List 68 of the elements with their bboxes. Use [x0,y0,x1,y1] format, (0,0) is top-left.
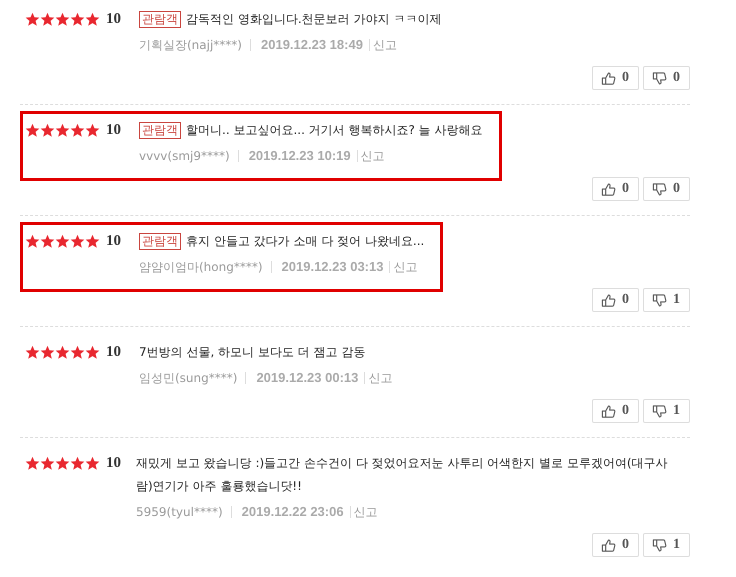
thumbs-down-icon [652,182,667,196]
thumbs-up-icon [601,70,616,86]
star-icon [70,122,85,138]
thumbs-up-icon [601,404,616,418]
score: 10 [106,232,122,251]
dislike-button[interactable]: 0 [643,66,690,90]
star-icon [25,234,40,248]
score: 10 [106,10,122,29]
author-name: 임성민(sung****) [139,372,246,384]
thumbs-down-icon [652,292,667,308]
star-icon [25,12,40,26]
review-date: 2019.12.23 10:19 [238,150,358,162]
review-date: 2019.12.23 00:13 [246,372,366,384]
star-icon [85,456,100,470]
thumbs-down-icon [652,70,667,86]
dislike-button[interactable]: 1 [643,399,690,423]
thumbs-up-icon [601,292,616,308]
score: 10 [106,454,122,473]
review-text: 휴지 안들고 갔다가 소매 다 젖어 나왔네요... [186,234,424,248]
like-button[interactable]: 0 [592,288,639,312]
star-icon [55,12,70,26]
review-date: 2019.12.23 18:49 [251,39,370,51]
star-icon [40,456,55,470]
review-date: 2019.12.23 03:13 [272,261,390,273]
viewer-badge: 관람객 [139,122,181,139]
review-text: 재밌게 보고 왔습니당 :)들고간 손수건이 다 젖었어요저눈 사투리 어색한지 별로 모루겠어여(대구사람)연기가 아주 훌룡했습니닷!! [136,456,668,493]
star-icon [85,122,100,138]
star-icon [70,456,85,470]
star-icon [70,12,85,26]
star-icon [40,344,55,360]
star-icon [55,234,70,248]
review-text: 7번방의 선물, 하모니 보다도 더 잼고 감동 [139,345,366,359]
star-icon [40,122,55,138]
star-icon [70,234,85,248]
thumbs-up-icon [601,538,616,552]
author-name: 얌얌이엄마(hong****) [139,261,272,273]
review-text: 감독적인 영화입니다.천문보러 가야지 ㅋㅋ이제 [186,12,442,26]
author-name: 기획실장(najj****) [139,39,251,51]
dislike-button[interactable]: 1 [643,533,690,557]
author-name: vvvv(smj9****) [139,150,239,162]
dislike-button[interactable]: 1 [643,288,690,312]
thumbs-down-icon [652,538,667,552]
dislike-button[interactable]: 0 [643,177,690,201]
author-name: 5959(tyul****) [136,506,232,518]
star-icon [55,122,70,138]
like-button[interactable]: 0 [592,66,639,90]
score: 10 [106,121,122,140]
like-button[interactable]: 0 [592,399,639,423]
star-icon [55,344,70,360]
star-icon [85,234,100,248]
review-text: 할머니.. 보고싶어요... 거기서 행복하시죠? 늘 사랑해요 [186,123,483,137]
score: 10 [106,343,122,362]
like-button[interactable]: 0 [592,533,639,557]
star-icon [70,344,85,360]
star-icon [25,344,40,360]
star-icon [85,12,100,26]
viewer-badge: 관람객 [139,233,181,250]
star-icon [40,234,55,248]
star-icon [25,456,40,470]
star-icon [55,456,70,470]
star-icon [25,122,40,138]
star-icon [40,12,55,26]
review-date: 2019.12.22 23:06 [232,506,351,518]
viewer-badge: 관람객 [139,11,181,28]
star-icon [85,344,100,360]
thumbs-down-icon [652,404,667,418]
like-button[interactable]: 0 [592,177,639,201]
thumbs-up-icon [601,182,616,196]
